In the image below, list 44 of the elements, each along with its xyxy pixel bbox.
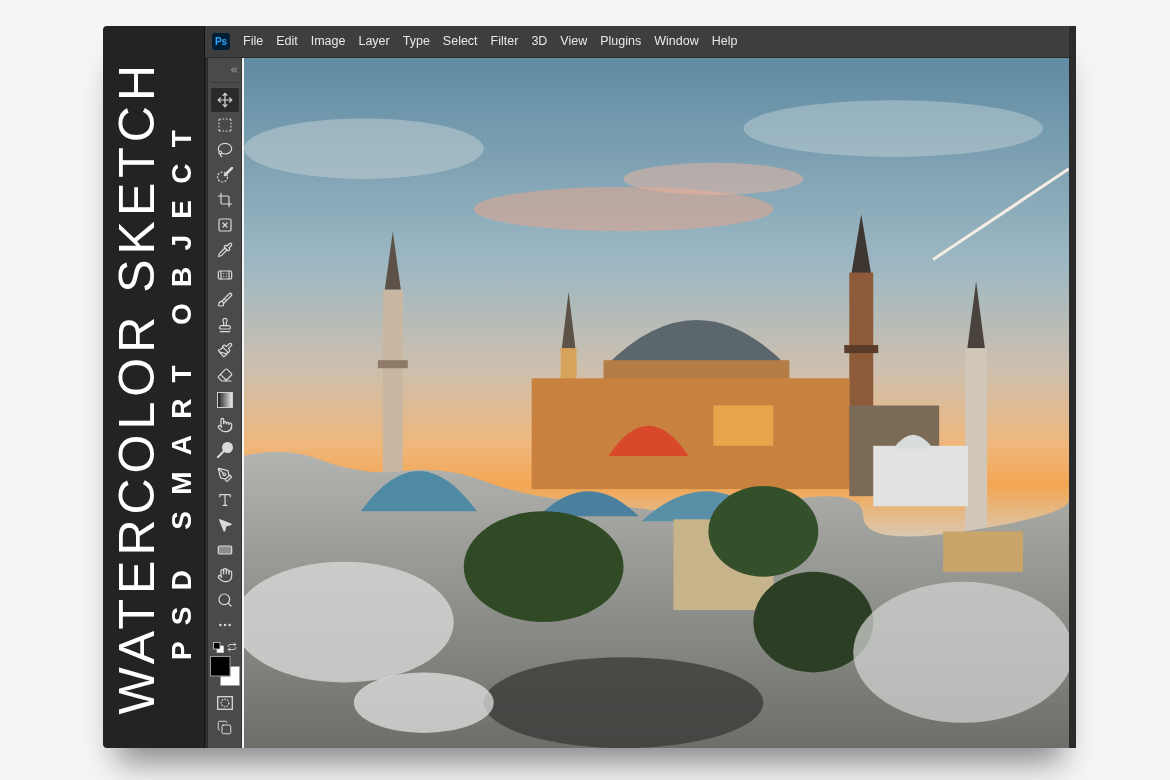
spine-subtitle: PSD SMART OBJECT [167,113,196,661]
menu-item[interactable]: 3D [531,35,548,48]
menu-item[interactable]: Plugins [600,35,642,48]
swap-arrows-icon[interactable] [226,642,237,652]
crop-icon [216,192,233,208]
stamp-icon [216,317,233,333]
menu-item[interactable]: Image [310,35,346,48]
foreground-color-swatch[interactable] [209,656,230,677]
menu-item[interactable]: Help [711,35,738,48]
bandage-icon [216,267,233,283]
type-icon [216,492,233,508]
dashed-circle-brush-icon [216,167,233,183]
menu-item[interactable]: View [560,35,588,48]
menu-item[interactable]: Layer [358,35,390,48]
background-color-swatch[interactable] [219,666,240,686]
dashed-rectangle-icon [216,117,233,133]
menu-item[interactable]: Filter [490,35,519,48]
arrow-pointer-icon [216,517,233,533]
crossed-square-icon [216,217,233,233]
menu-item[interactable]: File [243,35,264,48]
move-icon [216,92,233,108]
rectangle-icon [216,542,233,558]
hand-icon [216,567,233,583]
pen-nib-icon [216,467,233,483]
gradient-square-icon [216,392,233,408]
collapse-icon[interactable] [229,65,239,75]
lollipop-icon [216,442,233,458]
lasso-icon [216,142,233,158]
default-colors-icon[interactable] [212,641,224,653]
eraser-icon [216,367,233,383]
menu-item[interactable]: Type [402,35,430,48]
menu-item[interactable]: Select [442,35,478,48]
app-logo: Ps [212,33,230,50]
eyedropper-icon [216,242,233,258]
pointing-finger-icon [216,417,233,433]
tool-button[interactable] [210,88,239,112]
brush-icon [216,292,233,308]
menu-item[interactable]: Window [654,35,699,48]
screen-mode-icon[interactable] [217,719,232,735]
spine-title: WATERCOLOR SKETCH [111,59,162,715]
paintbrush-icon [216,342,233,358]
menu-item[interactable]: Edit [276,35,298,48]
zoom-icon [216,592,233,608]
quick-mask-icon[interactable] [216,696,233,710]
